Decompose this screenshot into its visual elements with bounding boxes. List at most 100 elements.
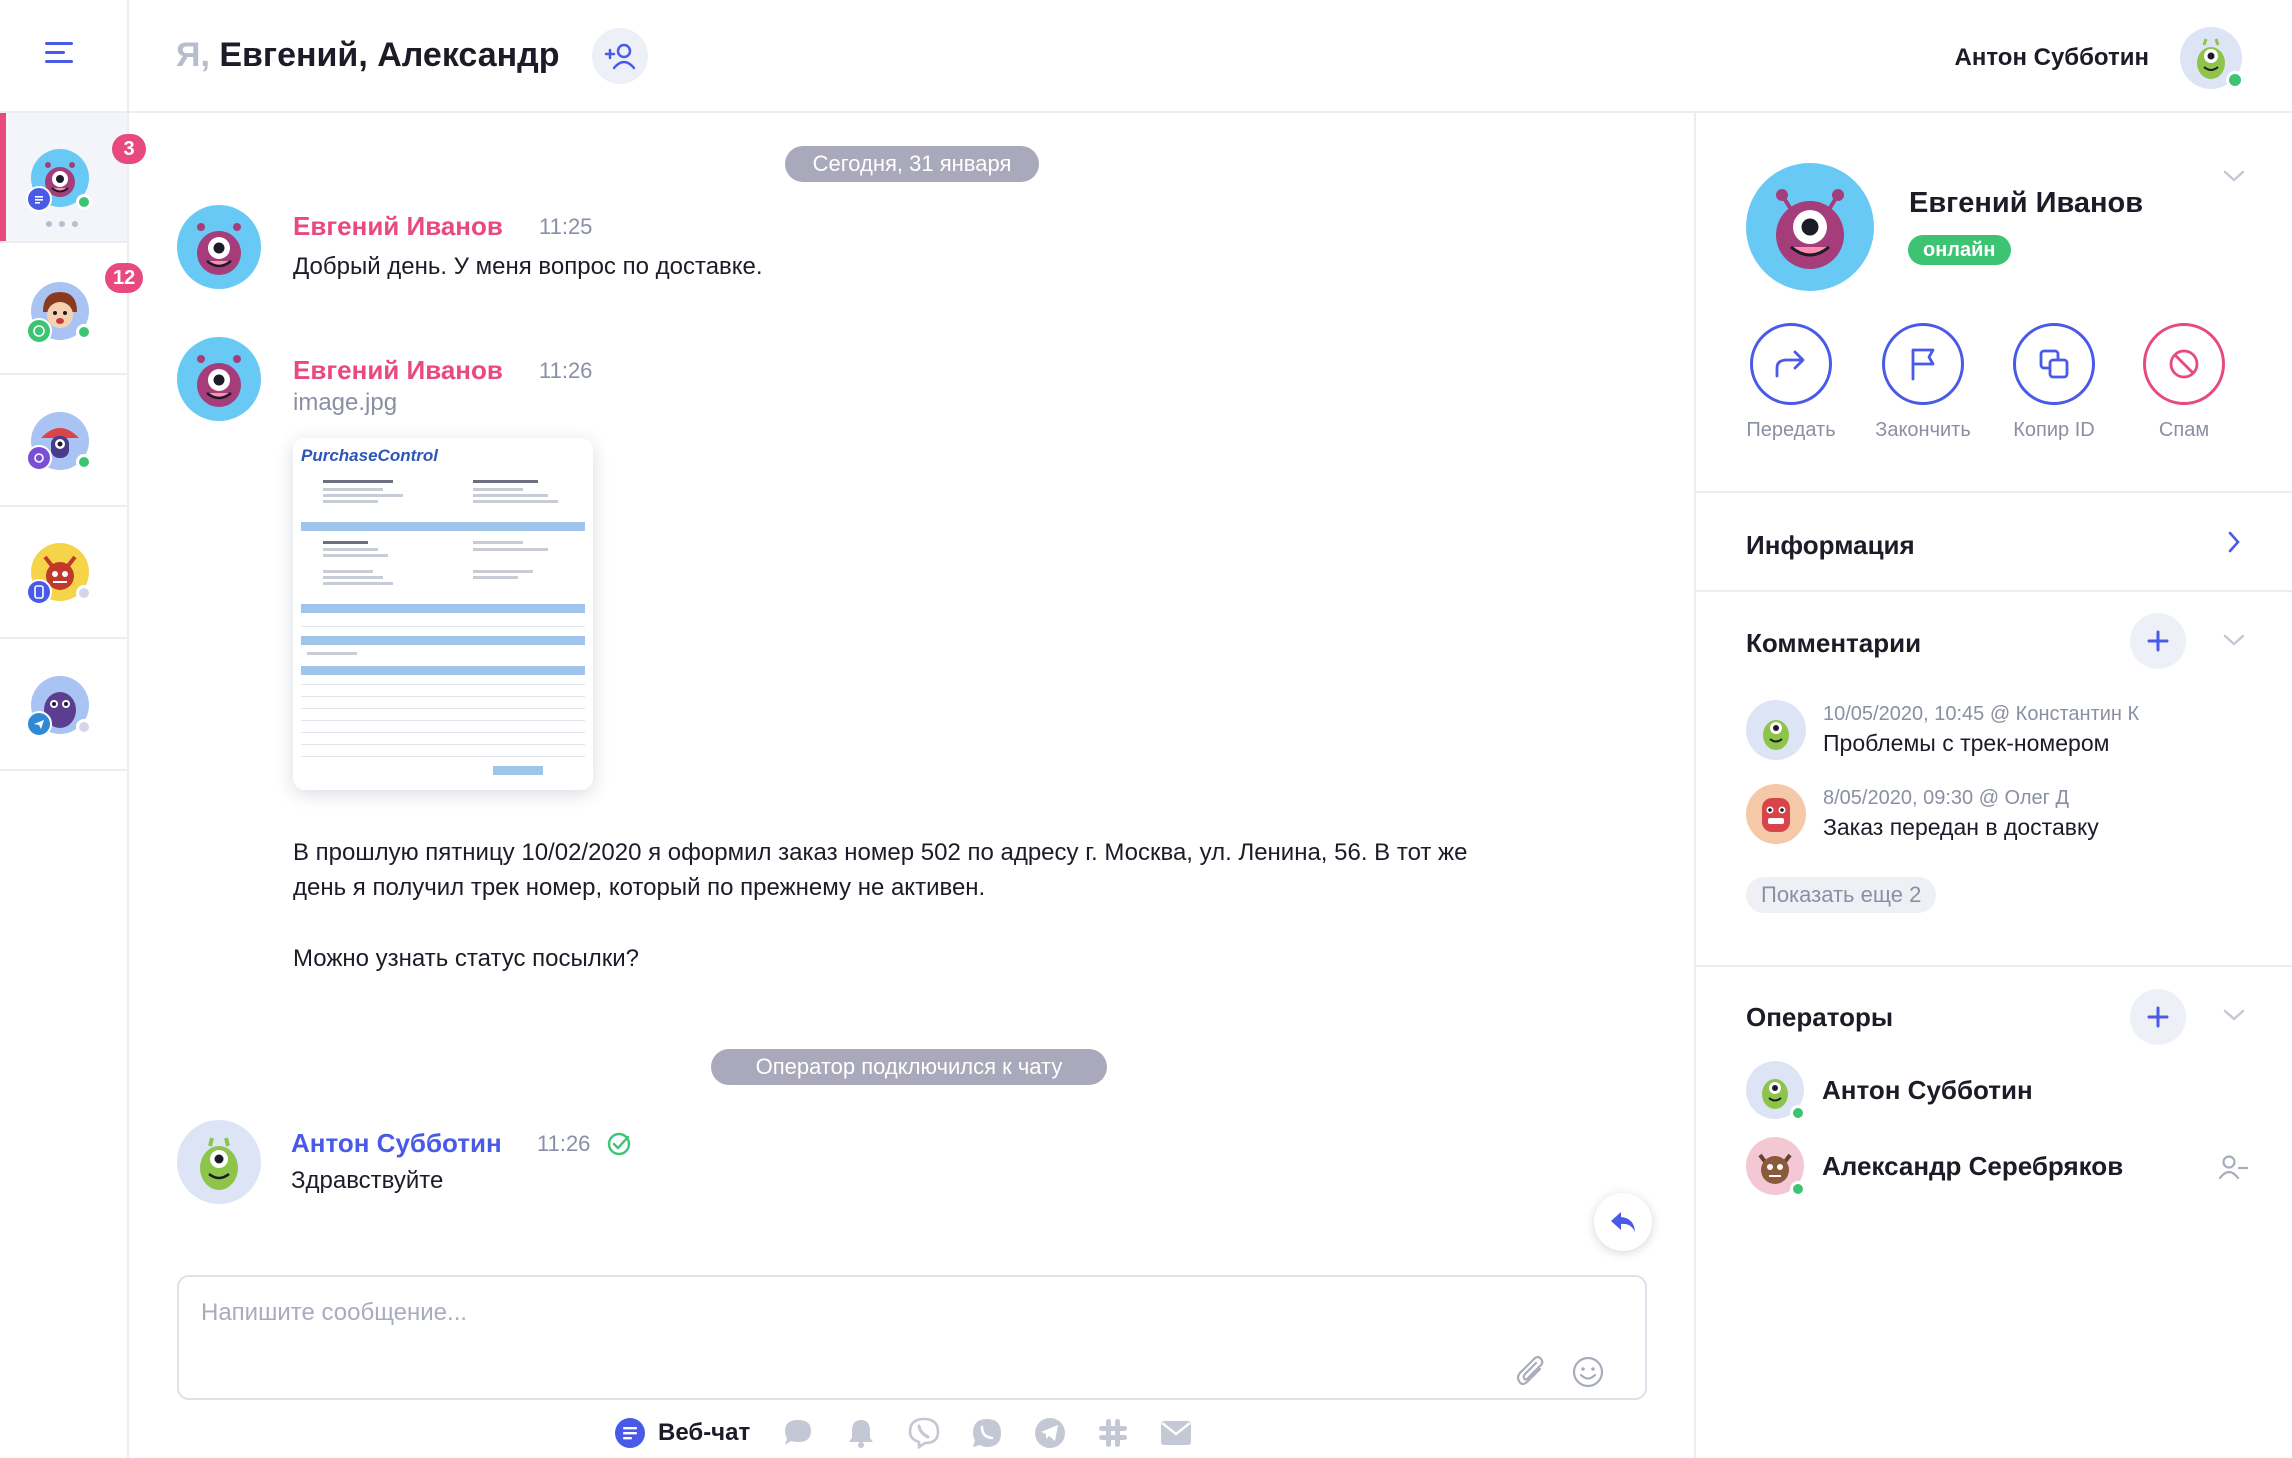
forward-button[interactable]: Передать — [1736, 323, 1846, 442]
client-avatar — [1746, 163, 1874, 291]
message-author: Антон Субботин — [291, 1128, 502, 1158]
channel-email[interactable] — [1154, 1413, 1198, 1453]
typing-indicator — [46, 221, 78, 227]
message-text: день я получил трек номер, который по пр… — [293, 874, 986, 901]
forward-label: Передать — [1746, 419, 1836, 441]
web-chat-icon — [26, 186, 52, 212]
online-status-dot — [1790, 1105, 1806, 1121]
channel-notifications[interactable] — [839, 1413, 883, 1453]
current-operator-avatar[interactable] — [2180, 27, 2244, 89]
operator-name: Антон Субботин — [1822, 1075, 2033, 1105]
message-time: 11:26 — [537, 1131, 591, 1156]
chat-title-me: Я, — [176, 36, 210, 74]
copy-id-label: Копир ID — [2013, 419, 2095, 441]
plus-icon — [2147, 630, 2169, 652]
message-input[interactable] — [201, 1293, 1551, 1333]
comments-section-title: Комментарии — [1746, 628, 1922, 658]
mobile-icon — [26, 579, 52, 605]
comment-meta: 10/05/2020, 10:45 @ Константин К — [1823, 703, 2140, 725]
whatsapp-icon — [973, 1419, 1002, 1447]
current-operator-name: Антон Субботин — [1954, 44, 2149, 71]
channel-viber[interactable] — [902, 1413, 946, 1453]
message-composer — [177, 1275, 1647, 1400]
details-panel: Евгений Иванов онлайн Передать Закончить… — [1694, 113, 2292, 1458]
message-text: В прошлую пятницу 10/02/2020 я оформил з… — [293, 839, 1468, 866]
offline-status-dot — [76, 585, 92, 601]
avatar — [177, 1120, 261, 1204]
menu-icon[interactable] — [40, 36, 80, 70]
avatar — [177, 205, 261, 289]
conversation-item[interactable] — [0, 509, 127, 639]
channel-telegram[interactable] — [1028, 1413, 1072, 1453]
chevron-down-icon[interactable] — [2219, 1000, 2249, 1030]
copy-id-button[interactable]: Копир ID — [1999, 323, 2109, 442]
flag-icon — [1911, 348, 1935, 381]
online-status-dot — [2226, 71, 2244, 89]
online-status-dot — [76, 324, 92, 340]
chat-title: Я, Евгений, Александр — [176, 36, 560, 75]
avatar — [1746, 700, 1806, 760]
channel-whatsapp[interactable] — [965, 1413, 1009, 1453]
chat-header: Я, Евгений, Александр Антон Субботин — [129, 0, 2292, 113]
spam-label: Спам — [2158, 419, 2210, 441]
spam-button[interactable]: Спам — [2129, 323, 2239, 442]
add-comment-button[interactable] — [2130, 613, 2186, 669]
remove-operator-button[interactable] — [2216, 1150, 2250, 1184]
slack-icon — [1099, 1419, 1128, 1447]
avatar — [177, 337, 261, 421]
channel-chat[interactable] — [776, 1413, 820, 1453]
attachment-logo: PurchaseControl — [301, 446, 438, 465]
operators-section-title: Операторы — [1746, 1002, 1894, 1032]
message-text: Добрый день. У меня вопрос по доставке. — [293, 253, 763, 280]
operator-name: Александр Серебряков — [1822, 1151, 2124, 1181]
conversation-item[interactable]: 3 — [0, 113, 146, 243]
offline-status-dot — [76, 719, 92, 735]
add-user-icon — [604, 43, 636, 70]
telegram-icon — [1035, 1418, 1066, 1448]
conversation-item[interactable] — [0, 377, 127, 507]
comment-meta: 8/05/2020, 09:30 @ Олег Д — [1823, 787, 2070, 809]
remove-user-icon — [2218, 1155, 2248, 1180]
mail-icon — [1161, 1421, 1192, 1445]
channel-switcher: Веб-чат — [614, 1413, 1217, 1453]
channel-web-chat[interactable]: Веб-чат — [614, 1413, 750, 1453]
info-section-title[interactable]: Информация — [1746, 530, 1915, 561]
add-operator-button[interactable] — [2130, 989, 2186, 1045]
chevron-down-icon[interactable] — [2219, 625, 2249, 655]
channel-slack[interactable] — [1091, 1413, 1135, 1453]
message-author: Евгений Иванов — [293, 211, 503, 241]
attachment-file-name[interactable]: image.jpg — [293, 389, 397, 417]
viber-icon — [26, 445, 52, 471]
message-time: 11:26 — [539, 358, 593, 383]
comment-text: Заказ передан в доставку — [1823, 814, 2099, 840]
attach-icon[interactable] — [1514, 1355, 1548, 1389]
chat-title-names: Евгений, Александр — [219, 36, 560, 74]
online-status-dot — [76, 454, 92, 470]
web-chat-icon — [615, 1418, 645, 1448]
date-divider: Сегодня, 31 января — [785, 146, 1039, 182]
whatsapp-icon — [26, 318, 52, 344]
add-participant-button[interactable] — [592, 28, 648, 84]
client-status-badge: онлайн — [1908, 235, 2011, 265]
chevron-right-icon[interactable] — [2219, 527, 2249, 557]
forward-icon — [1775, 350, 1805, 378]
chevron-down-icon[interactable] — [2219, 161, 2249, 191]
online-status-dot — [1790, 1181, 1806, 1197]
finish-label: Закончить — [1875, 419, 1971, 441]
plus-icon — [2147, 1006, 2169, 1028]
system-event: Оператор подключился к чату — [711, 1049, 1107, 1085]
emoji-icon[interactable] — [1571, 1355, 1605, 1389]
bell-icon — [849, 1420, 874, 1448]
reply-button[interactable] — [1594, 1193, 1652, 1251]
show-more-comments-button[interactable]: Показать еще 2 — [1746, 877, 1937, 913]
conversation-item[interactable]: 12 — [0, 245, 144, 375]
block-icon — [2169, 349, 2199, 379]
image-attachment[interactable]: PurchaseControl — [293, 438, 593, 790]
copy-icon — [2039, 349, 2069, 379]
finish-button[interactable]: Закончить — [1868, 323, 1978, 442]
channel-label: Веб-чат — [658, 1419, 751, 1446]
conversation-item[interactable] — [0, 641, 127, 771]
message-text: Можно узнать статус посылки? — [293, 945, 639, 972]
telegram-icon — [26, 711, 52, 737]
comment-text: Проблемы с трек-номером — [1823, 730, 2110, 756]
